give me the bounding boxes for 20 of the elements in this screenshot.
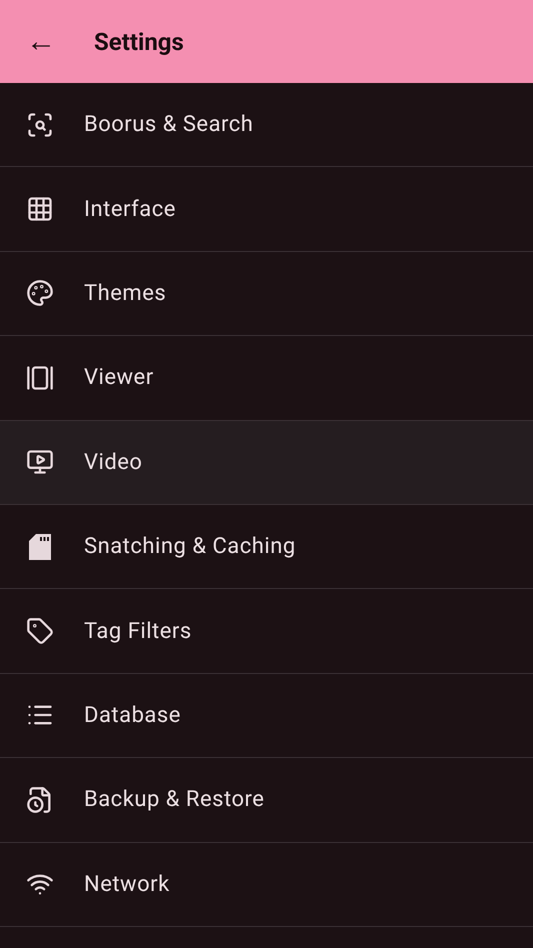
tag-icon: [26, 617, 54, 646]
settings-item[interactable]: Network: [0, 842, 533, 927]
sd-card-icon: [29, 534, 51, 560]
settings-item-label: Video: [84, 448, 142, 477]
settings-item-label: Database: [84, 702, 181, 730]
settings-item[interactable]: Database: [0, 674, 533, 758]
settings-item-label: Backup & Restore: [84, 786, 264, 814]
settings-item-label: Boorus & Search: [84, 111, 254, 140]
carousel-icon: [26, 364, 54, 392]
settings-item-label: Themes: [84, 280, 166, 308]
page-title: Settings: [94, 26, 184, 58]
palette-icon: [26, 279, 54, 308]
settings-item[interactable]: Video: [0, 420, 533, 505]
settings-item-label: Snatching & Caching: [84, 533, 296, 562]
grid-icon: [26, 195, 54, 224]
settings-item-label: Viewer: [84, 364, 154, 392]
settings-item-label: Network: [84, 870, 170, 899]
back-button[interactable]: ←: [26, 26, 56, 56]
settings-item-label: Interface: [84, 196, 176, 224]
settings-item-label: Tag Filters: [84, 618, 192, 646]
